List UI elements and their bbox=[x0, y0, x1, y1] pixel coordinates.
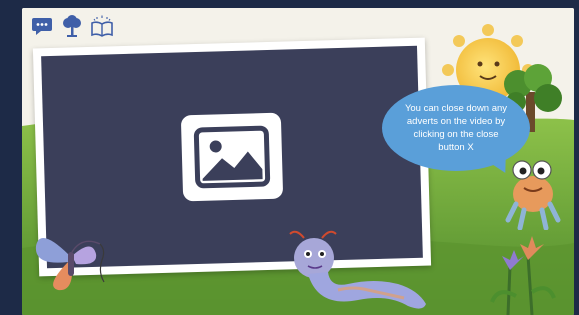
image-icon bbox=[180, 112, 284, 202]
flowers-illustration bbox=[490, 236, 556, 315]
frog-character bbox=[505, 160, 561, 230]
book-icon[interactable] bbox=[90, 14, 114, 38]
speech-bubble-text: You can close down any adverts on the vi… bbox=[404, 103, 508, 153]
caterpillar-character bbox=[289, 230, 426, 309]
butterfly-illustration bbox=[35, 238, 105, 291]
toolbar bbox=[30, 14, 114, 38]
chat-bubble-icon[interactable] bbox=[30, 14, 54, 38]
activity-frame: You can close down any adverts on the vi… bbox=[22, 8, 574, 315]
tree-icon[interactable] bbox=[60, 14, 84, 38]
